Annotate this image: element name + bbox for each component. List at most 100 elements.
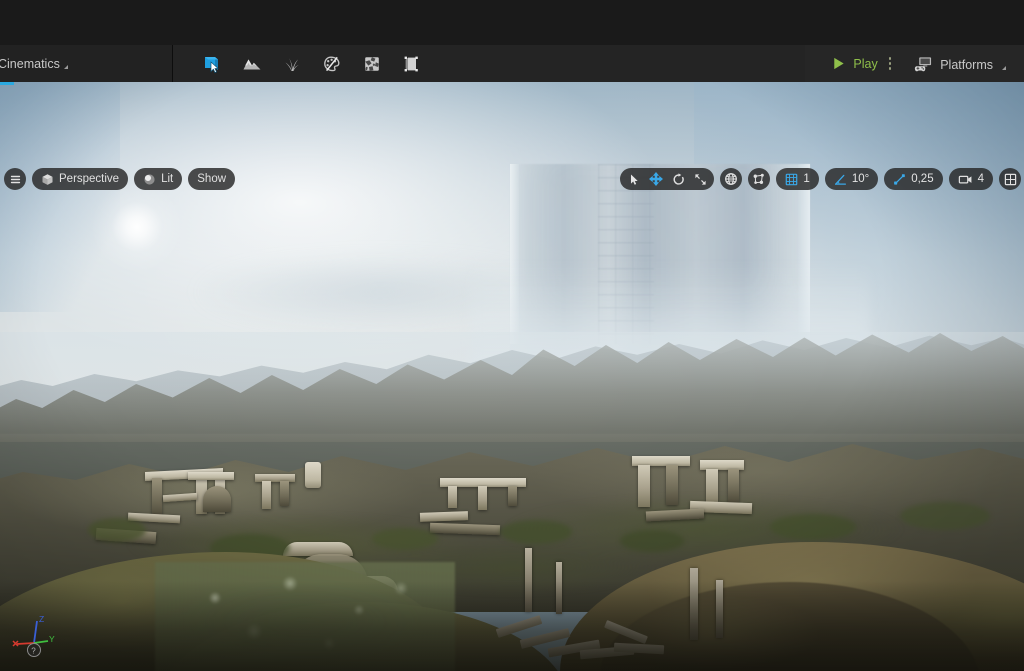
vegetation-patch [88, 518, 146, 542]
unreal-editor-window: Cinematics Play Platforms Perspective Li… [0, 0, 1024, 671]
rotate-tool-button[interactable] [667, 169, 689, 189]
move-tool-button[interactable] [645, 169, 667, 189]
ruin-pillar [152, 478, 162, 518]
view-mode-button[interactable]: Lit [134, 168, 183, 190]
level-viewport[interactable]: Perspective Lit Show 1 10° 0,25 4 Z Y ? [0, 82, 1024, 671]
ruin-wall [429, 522, 501, 536]
view-mode-label: Lit [161, 173, 174, 185]
vegetation-patch [770, 514, 856, 540]
platforms-label: Platforms [940, 57, 993, 72]
y-axis-label: Y [49, 634, 55, 644]
mesh-paint-mode-button[interactable] [317, 50, 347, 78]
play-button[interactable]: Play [827, 51, 881, 76]
camera-icon [958, 175, 972, 183]
select-mode-button[interactable] [197, 50, 227, 78]
grid-icon [786, 173, 798, 185]
scale-tool-button[interactable] [689, 169, 711, 189]
play-triangle-icon [834, 57, 845, 70]
platforms-gamepad-icon [915, 56, 932, 71]
camera-speed-button[interactable]: 4 [948, 168, 993, 190]
ruin-slab [255, 474, 295, 482]
angle-icon [834, 174, 846, 185]
maximize-viewport-icon [1004, 173, 1016, 185]
transform-tools-group [620, 168, 715, 190]
z-axis-label: Z [39, 614, 44, 624]
fracture-cube-icon [365, 56, 379, 71]
ruin-arch [203, 486, 231, 512]
vegetation-patch [900, 502, 990, 530]
rotate-circle-icon [673, 172, 684, 185]
ruin-pillar [478, 486, 487, 510]
active-viewport-indicator [0, 82, 14, 85]
play-options-button[interactable] [882, 51, 899, 76]
angle-snap-value: 10° [851, 173, 870, 185]
scale-snap-button[interactable]: 0,25 [884, 168, 943, 190]
foliage-mode-button[interactable] [277, 50, 307, 78]
scale-snap-icon [894, 173, 905, 185]
viewport-toolbar-left: Perspective Lit Show [4, 168, 236, 190]
move-arrows-icon [649, 172, 664, 186]
grass-icon [285, 57, 299, 71]
play-toolbar-group: Play Platforms [805, 45, 1024, 82]
cursor-select-icon [205, 56, 219, 73]
toolbar-spacer [433, 45, 806, 82]
select-tool-button[interactable] [623, 169, 645, 189]
vegetation-patch [500, 520, 572, 544]
scale-corners-icon [695, 173, 706, 185]
scale-snap-value: 0,25 [911, 173, 934, 185]
viewport-axis-gizmo[interactable]: Z Y ? [10, 609, 66, 661]
fracture-mode-button[interactable] [357, 50, 387, 78]
ruin-pillar [728, 469, 739, 503]
surface-snapping-button[interactable] [748, 168, 771, 190]
landscape-mode-button[interactable] [237, 50, 267, 78]
ruin-wall [419, 511, 469, 522]
lit-sphere-icon [144, 173, 155, 185]
show-flags-button[interactable]: Show [188, 168, 236, 190]
brush-edit-icon [404, 56, 418, 71]
mountain-icon [243, 59, 261, 69]
play-label: Play [853, 56, 878, 71]
grid-snap-button[interactable]: 1 [776, 168, 819, 190]
maximize-viewport-button[interactable] [999, 168, 1021, 190]
viewport-menu-button[interactable] [4, 168, 26, 190]
ruin-lintel [188, 472, 234, 480]
cube-icon [42, 173, 53, 185]
cinematics-button[interactable]: Cinematics [0, 53, 76, 75]
camera-perspective-button[interactable]: Perspective [32, 168, 129, 190]
ruin-pillar [280, 481, 289, 506]
foreground-shadow-vignette [0, 581, 1024, 671]
globe-icon [725, 173, 738, 185]
kebab-dot [888, 67, 892, 70]
angle-snap-button[interactable]: 10° [824, 168, 879, 190]
surface-snap-icon [754, 173, 765, 184]
grid-snap-value: 1 [803, 173, 810, 185]
brush-edit-mode-button[interactable] [397, 50, 427, 78]
ruin-pillar [262, 481, 271, 509]
ruin-pillar [666, 465, 678, 505]
kebab-dot [888, 57, 892, 60]
gizmo-pivot-label: ? [31, 646, 36, 655]
kebab-dot [888, 62, 892, 65]
ruin-pillar [638, 465, 650, 507]
viewport-toolbar-right: 1 10° 0,25 4 [620, 168, 1021, 190]
show-flags-label: Show [197, 173, 227, 185]
coordinate-system-button[interactable] [720, 168, 743, 190]
top-strip [0, 0, 1024, 45]
vegetation-patch [372, 528, 438, 550]
z-axis-line [33, 620, 38, 644]
ruin-pillar [706, 469, 718, 505]
dropdown-corner-arrow-icon [63, 64, 68, 69]
toolbar-left-section: Cinematics [0, 45, 172, 82]
platforms-button[interactable]: Platforms [906, 51, 1014, 77]
toolbar-divider [172, 45, 173, 82]
ruin-pillar [448, 486, 457, 508]
cinematics-label: Cinematics [0, 56, 60, 71]
arrow-cursor-icon [630, 173, 638, 185]
vegetation-patch [620, 530, 684, 552]
camera-speed-value: 4 [977, 173, 984, 185]
dropdown-corner-arrow-icon [1002, 65, 1006, 70]
main-toolbar: Cinematics Play Platforms [0, 45, 1024, 82]
ruin-beam [162, 492, 198, 503]
paint-palette-icon [324, 56, 340, 71]
hamburger-menu-icon [10, 175, 20, 183]
